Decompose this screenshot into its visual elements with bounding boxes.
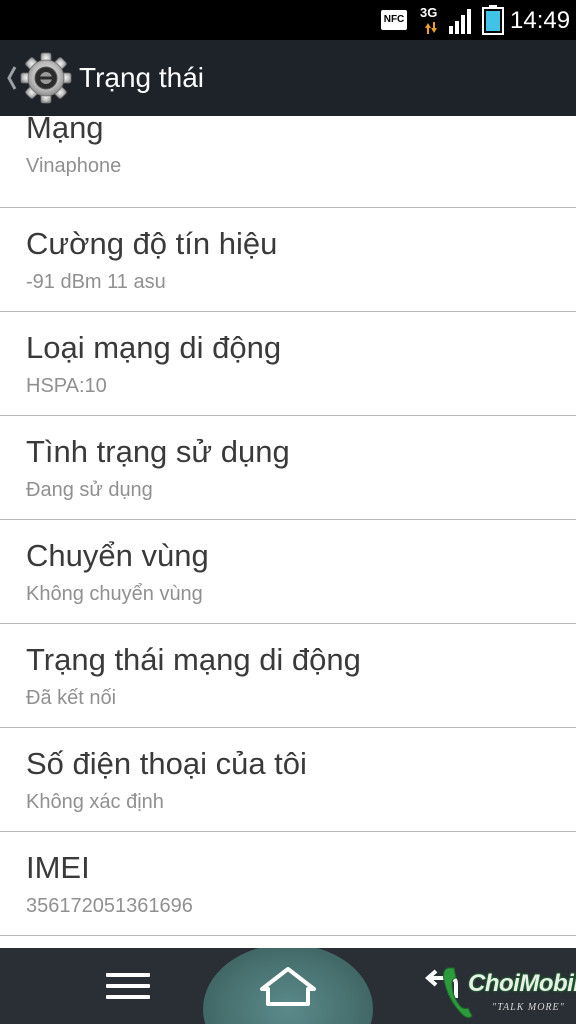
- status-bar: NFC 3G 14:49: [0, 0, 576, 40]
- item-value: Không xác định: [26, 791, 164, 813]
- signal-strength-icon: [449, 9, 471, 34]
- status-list: Mạng Vinaphone Cường độ tín hiệu -91 dBm…: [0, 116, 576, 948]
- network-type-label: 3G: [420, 5, 438, 20]
- item-value: -91 dBm 11 asu: [26, 271, 166, 293]
- item-value: Vinaphone: [26, 155, 122, 177]
- item-value: HSPA:10: [26, 375, 107, 397]
- home-icon[interactable]: [259, 966, 317, 1008]
- screen: NFC 3G 14:49 Trạng thái Mạng Vinaphone C…: [0, 0, 576, 1024]
- data-arrows-icon: [425, 22, 437, 34]
- action-bar: Trạng thái: [0, 40, 576, 116]
- watermark: ChoiMobile "TALK MORE": [438, 958, 576, 1024]
- item-title: Tình trạng sử dụng: [26, 434, 290, 469]
- item-title: Trạng thái mạng di động: [26, 642, 361, 677]
- list-item-network-type[interactable]: Loại mạng di động HSPA:10: [0, 312, 576, 416]
- item-value: Đang sử dụng: [26, 479, 153, 501]
- page-title: Trạng thái: [79, 62, 205, 93]
- list-item-imei[interactable]: IMEI 356172051361696: [0, 832, 576, 936]
- watermark-slogan: "TALK MORE": [492, 1002, 565, 1013]
- battery-icon: [482, 5, 504, 35]
- item-title: Loại mạng di động: [26, 330, 282, 365]
- item-value: Đã kết nối: [26, 687, 117, 709]
- list-item-service-state[interactable]: Tình trạng sử dụng Đang sử dụng: [0, 416, 576, 520]
- list-item-network[interactable]: Mạng Vinaphone: [0, 116, 576, 208]
- back-chevron-icon[interactable]: [6, 64, 18, 92]
- item-title: IMEI: [26, 850, 90, 885]
- item-value: 356172051361696: [26, 895, 193, 917]
- item-title: Chuyển vùng: [26, 538, 209, 573]
- clock-time: 14:49: [510, 7, 571, 34]
- menu-icon[interactable]: [105, 970, 151, 1002]
- watermark-brand: ChoiMobile: [468, 970, 576, 997]
- list-item-phone-number[interactable]: Số điện thoại của tôi Không xác định: [0, 728, 576, 832]
- list-item-signal-strength[interactable]: Cường độ tín hiệu -91 dBm 11 asu: [0, 208, 576, 312]
- item-title: Số điện thoại của tôi: [26, 746, 307, 781]
- settings-gear-icon[interactable]: [20, 52, 72, 104]
- nfc-icon: NFC: [381, 10, 407, 30]
- list-item-mobile-network-state[interactable]: Trạng thái mạng di động Đã kết nối: [0, 624, 576, 728]
- data-activity-icon: 3G: [418, 3, 442, 37]
- item-title: Cường độ tín hiệu: [26, 226, 278, 261]
- item-value: Không chuyển vùng: [26, 583, 203, 605]
- list-item-roaming[interactable]: Chuyển vùng Không chuyển vùng: [0, 520, 576, 624]
- item-title: Mạng: [26, 116, 104, 145]
